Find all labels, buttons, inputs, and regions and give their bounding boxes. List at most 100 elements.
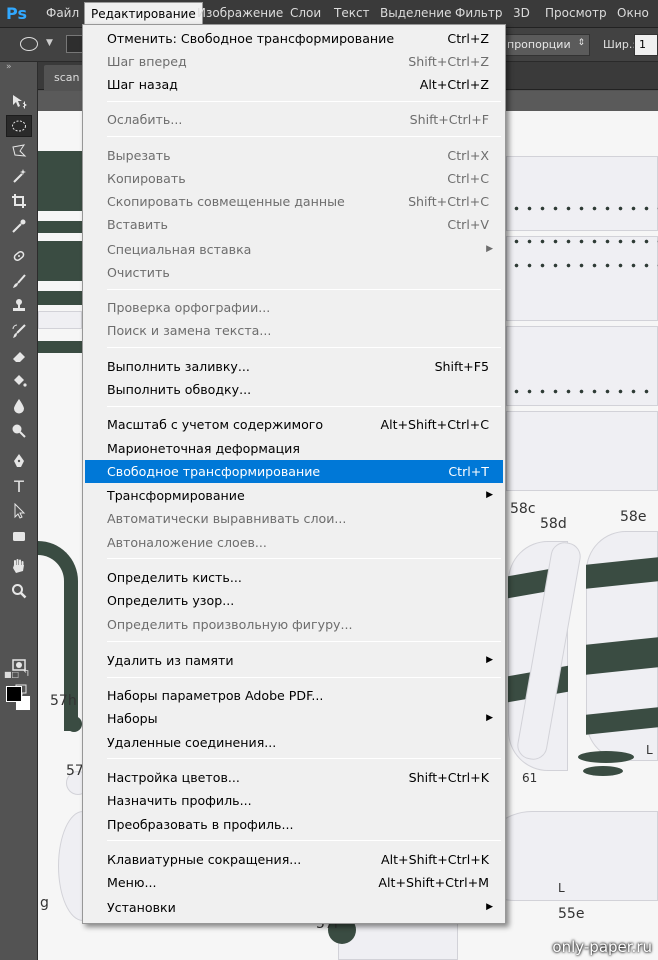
menu-item-clear[interactable]: Очистить (85, 261, 503, 284)
menu-item-label: Шаг вперед (107, 54, 187, 69)
menu-item-assign-profile[interactable]: Назначить профиль... (85, 789, 503, 812)
menu-item-adobe-pdf-presets[interactable]: Наборы параметров Adobe PDF... (85, 684, 503, 707)
menu-item-label: Определить кисть... (107, 570, 242, 585)
menu-filter[interactable]: Фильтр (455, 6, 502, 20)
tail-part (583, 766, 623, 776)
menu-select[interactable]: Выделение (380, 6, 451, 20)
menu-3d[interactable]: 3D (513, 6, 530, 20)
eraser-icon[interactable] (6, 345, 32, 367)
menu-item-stroke[interactable]: Выполнить обводку... (85, 378, 503, 401)
menu-item-define-pattern[interactable]: Определить узор... (85, 589, 503, 612)
hand-icon[interactable] (6, 555, 32, 577)
rivet-row (510, 389, 650, 394)
menu-item-paste[interactable]: Вставить Ctrl+V (85, 213, 503, 236)
menu-item-define-custom-shape[interactable]: Определить произвольную фигуру... (85, 613, 503, 636)
menu-item-auto-blend-layers[interactable]: Автоналожение слоев... (85, 531, 503, 554)
rectangle-icon[interactable] (6, 525, 32, 547)
menu-item-transform[interactable]: Трансформирование ▶ (85, 484, 503, 507)
menu-item-step-backward[interactable]: Шаг назад Alt+Ctrl+Z (85, 73, 503, 96)
ellipse-tool-preset-icon[interactable] (20, 37, 38, 51)
blur-icon[interactable] (6, 395, 32, 417)
menu-item-step-forward[interactable]: Шаг вперед Shift+Ctrl+Z (85, 50, 503, 73)
elliptical-marquee-icon[interactable] (6, 115, 32, 137)
brush-icon[interactable] (6, 270, 32, 292)
menu-item-define-brush[interactable]: Определить кисть... (85, 566, 503, 589)
menu-item-preferences[interactable]: Установки ▶ (85, 896, 503, 919)
eyedropper-icon[interactable] (6, 215, 32, 237)
menu-item-shortcut: Alt+Ctrl+Z (419, 77, 489, 92)
menu-file[interactable]: Файл (46, 6, 79, 20)
move-tool-icon[interactable] (6, 90, 32, 112)
style-select-value: пропорции (507, 38, 571, 51)
menu-layers[interactable]: Слои (290, 6, 321, 20)
menu-item-label: Определить произвольную фигуру... (107, 617, 353, 632)
menu-item-puppet-warp[interactable]: Марионеточная деформация (85, 437, 503, 460)
foreground-color-swatch[interactable] (6, 686, 22, 702)
dodge-icon[interactable] (6, 420, 32, 442)
menu-image[interactable]: Изображение (197, 6, 283, 20)
menu-item-shortcut: Ctrl+T (448, 464, 489, 479)
menu-item-cut[interactable]: Вырезать Ctrl+X (85, 144, 503, 167)
part-label: 57h (50, 693, 77, 709)
menu-item-content-aware-scale[interactable]: Масштаб с учетом содержимого Alt+Shift+Ct… (85, 413, 503, 436)
menu-item-label: Марионеточная деформация (107, 441, 300, 456)
part-label: 58c (510, 501, 536, 517)
menu-item-menus[interactable]: Меню... Alt+Shift+Ctrl+M (85, 871, 503, 894)
zoom-icon[interactable] (6, 580, 32, 602)
menu-view[interactable]: Просмотр (545, 6, 607, 20)
menu-item-paste-special[interactable]: Специальная вставка ▶ (85, 238, 503, 261)
select-arrows-icon: ⇕ (577, 38, 585, 48)
menu-item-free-transform[interactable]: Свободное трансформирование Ctrl+T (85, 460, 503, 483)
menu-item-purge[interactable]: Удалить из памяти ▶ (85, 649, 503, 672)
menu-item-copy[interactable]: Копировать Ctrl+C (85, 167, 503, 190)
part-label: L (646, 743, 653, 757)
style-select[interactable]: пропорции ⇕ (500, 34, 590, 56)
menu-item-label: Копировать (107, 171, 186, 186)
quick-mask-icon[interactable] (6, 654, 32, 676)
menu-item-label: Проверка орфографии... (107, 300, 271, 315)
menu-item-auto-align-layers[interactable]: Автоматически выравнивать слои... (85, 507, 503, 530)
lasso-icon[interactable] (6, 140, 32, 162)
width-field[interactable]: 1 (634, 34, 658, 56)
menu-item-copy-merged[interactable]: Скопировать совмещенные данные Shift+Ctrl… (85, 190, 503, 213)
menu-item-find-replace[interactable]: Поиск и замена текста... (85, 319, 503, 342)
path-selection-icon[interactable] (6, 500, 32, 522)
part-panel (38, 241, 82, 281)
menu-edit[interactable]: Редактирование (84, 2, 203, 24)
menu-type[interactable]: Текст (334, 6, 370, 20)
menu-item-label: Отменить: Свободное трансформирование (107, 31, 395, 46)
clone-stamp-icon[interactable] (6, 295, 32, 317)
menu-separator (107, 347, 501, 348)
part-panel (38, 341, 82, 353)
chevron-down-icon[interactable]: ▼ (46, 38, 53, 48)
menu-item-label: Трансформирование (107, 488, 245, 503)
menu-item-keyboard-shortcuts[interactable]: Клавиатурные сокращения... Alt+Shift+Ctrl… (85, 848, 503, 871)
paint-bucket-icon[interactable] (6, 370, 32, 392)
menu-item-check-spelling[interactable]: Проверка орфографии... (85, 296, 503, 319)
menu-item-shortcut: Shift+Ctrl+K (408, 770, 489, 785)
menu-item-presets[interactable]: Наборы ▶ (85, 707, 503, 730)
collapse-panel-icon[interactable]: » (6, 62, 12, 72)
menu-item-shortcut: Shift+Ctrl+C (408, 194, 489, 209)
menu-window[interactable]: Окно (617, 6, 649, 20)
crop-icon[interactable] (6, 190, 32, 212)
magic-wand-icon[interactable] (6, 165, 32, 187)
menu-item-color-settings[interactable]: Настройка цветов... Shift+Ctrl+K (85, 766, 503, 789)
round-part (66, 716, 82, 732)
menu-item-shortcut: Shift+Ctrl+F (409, 112, 489, 127)
part-strip (506, 411, 658, 491)
history-brush-icon[interactable] (6, 320, 32, 342)
pen-icon[interactable] (6, 450, 32, 472)
menu-item-shortcut: Alt+Shift+Ctrl+K (381, 852, 489, 867)
menu-item-convert-to-profile[interactable]: Преобразовать в профиль... (85, 813, 503, 836)
menu-item-label: Вставить (107, 217, 168, 232)
part-label: 61 (522, 771, 538, 785)
submenu-arrow-icon: ▶ (486, 244, 493, 254)
type-icon[interactable]: T (6, 475, 32, 497)
menu-item-fill[interactable]: Выполнить заливку... Shift+F5 (85, 355, 503, 378)
menu-item-fade[interactable]: Ослабить... Shift+Ctrl+F (85, 108, 503, 131)
spot-healing-brush-icon[interactable] (6, 245, 32, 267)
menu-item-remote-connections[interactable]: Удаленные соединения... (85, 731, 503, 754)
menu-separator (107, 136, 501, 137)
menu-item-undo[interactable]: Отменить: Свободное трансформирование Ctr… (85, 27, 503, 50)
